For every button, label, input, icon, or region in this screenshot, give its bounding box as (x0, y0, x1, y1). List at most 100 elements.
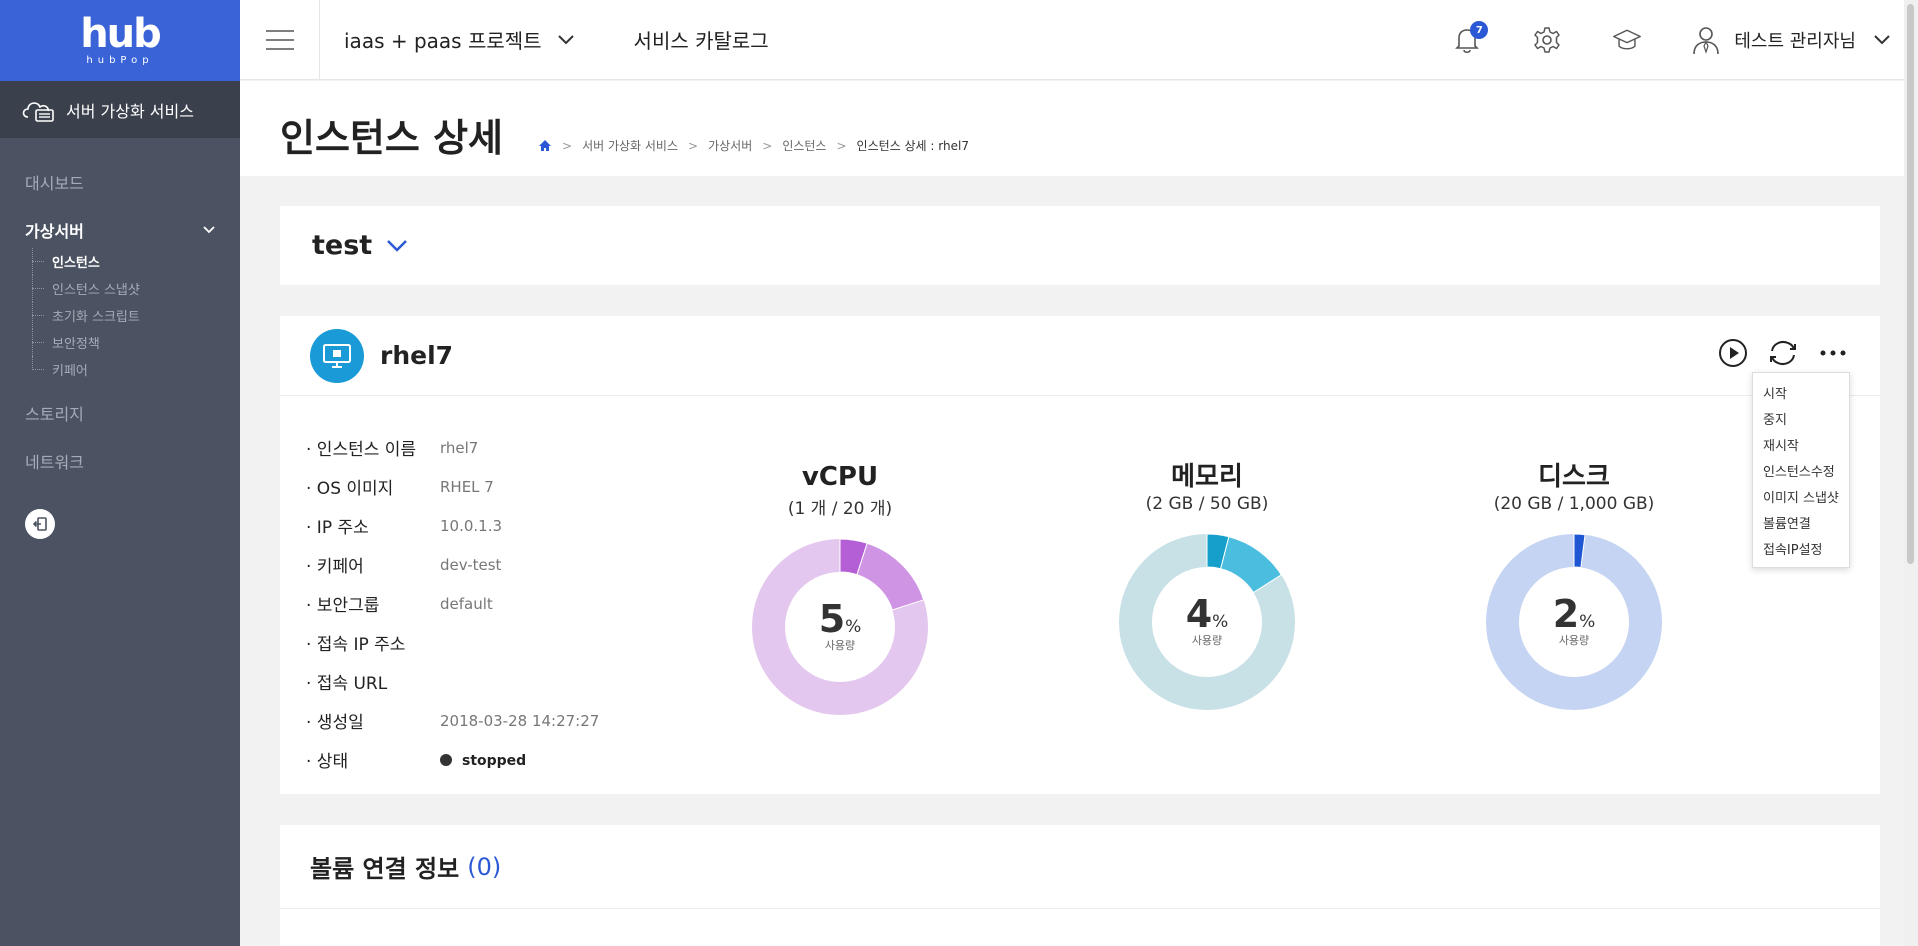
sidebar-item-network[interactable]: 네트워크 (0, 437, 240, 485)
instance-name: rhel7 (380, 341, 454, 370)
education-button[interactable] (1612, 25, 1642, 55)
play-icon (1719, 339, 1747, 367)
notification-button[interactable]: 7 (1452, 21, 1489, 55)
info-row: · 접속 URL (306, 662, 599, 701)
scrollbar-thumb[interactable] (1907, 4, 1914, 564)
info-value: RHEL 7 (440, 477, 494, 496)
more-horizontal-icon (1820, 350, 1846, 356)
gauge-percent: 4 (1185, 592, 1213, 636)
gauge-subtitle: (1 개 / 20 개) (787, 499, 893, 519)
menu-item-edit-instance[interactable]: 인스턴스수정 (1753, 457, 1849, 483)
gauge-percent: 2 (1552, 592, 1580, 636)
sidebar-item-virtual-server[interactable]: 가상서버 (0, 206, 240, 254)
instance-action-menu: 시작 중지 재시작 인스턴스수정 이미지 스냅샷 볼륨연결 접속IP설정 (1752, 372, 1850, 568)
chevron-down-icon (387, 240, 408, 252)
start-button[interactable] (1716, 336, 1750, 370)
more-button[interactable] (1816, 336, 1850, 370)
menu-toggle-button[interactable] (240, 0, 320, 80)
service-catalog-link[interactable]: 서비스 카탈로그 (634, 25, 769, 54)
breadcrumb-current: 인스턴스 상세 : rhel7 (856, 139, 969, 153)
menu-item-restart[interactable]: 재시작 (1753, 431, 1849, 457)
refresh-button[interactable] (1766, 336, 1800, 370)
notification-badge: 7 (1470, 21, 1489, 39)
gauge-title: vCPU (801, 462, 879, 492)
gauge-unit: % (1212, 612, 1229, 632)
user-avatar-icon (1693, 27, 1720, 55)
instance-select-value: test (312, 230, 373, 261)
refresh-icon (1770, 341, 1796, 365)
cloud-server-icon (22, 101, 54, 122)
top-header: iaas + paas 프로젝트 서비스 카탈로그 7 테스트 관리자님 (240, 0, 1918, 80)
header-actions: 7 테스트 관리자님 (1402, 0, 1890, 80)
settings-button[interactable] (1532, 25, 1562, 55)
logo-subtext: hubPop (86, 55, 154, 66)
chevron-down-icon (557, 34, 574, 44)
gauge-title: 디스크 (1538, 462, 1610, 492)
chevron-down-icon (1874, 35, 1890, 45)
info-row: · 보안그룹 default (306, 584, 599, 623)
home-icon[interactable] (538, 139, 552, 152)
logout-button[interactable] (25, 509, 55, 539)
logo-text: hub (80, 11, 162, 57)
vertical-scrollbar[interactable] (1904, 0, 1918, 946)
sidebar-item-instance[interactable]: 인스턴스 (30, 248, 240, 275)
info-label: · OS 이미지 (306, 479, 394, 499)
service-bar[interactable]: 서버 가상화 서비스 (0, 81, 240, 138)
info-label: · IP 주소 (306, 518, 369, 538)
gauge-unit: % (845, 617, 862, 637)
breadcrumb: > 서버 가상화 서비스 > 가상서버 > 인스턴스 > 인스턴스 상세 : r… (538, 137, 969, 154)
info-value: default (440, 594, 493, 613)
status-dot (440, 754, 452, 766)
instance-actions (1700, 336, 1850, 370)
project-select[interactable]: iaas + paas 프로젝트 (344, 25, 574, 54)
info-value: dev-test (440, 555, 502, 574)
sidebar-item-init-script[interactable]: 초기화 스크립트 (30, 302, 240, 329)
info-value: 10.0.1.3 (440, 516, 503, 535)
memory-gauge: 메모리 (2 GB / 50 GB) 4% 사용량 (1107, 462, 1307, 712)
disk-gauge: 디스크 (20 GB / 1,000 GB) 2% 사용량 (1474, 462, 1674, 712)
graduation-cap-icon (1613, 29, 1642, 50)
sidebar-item-keypair[interactable]: 키페어 (30, 356, 240, 383)
menu-item-image-snapshot[interactable]: 이미지 스냅샷 (1753, 483, 1849, 509)
sidebar-item-dashboard[interactable]: 대시보드 (0, 158, 240, 206)
breadcrumb-item[interactable]: 서버 가상화 서비스 (582, 137, 678, 154)
breadcrumb-separator: > (762, 138, 773, 153)
info-row: · 접속 IP 주소 (306, 623, 599, 662)
breadcrumb-separator: > (688, 138, 699, 153)
info-label: · 생성일 (306, 713, 364, 733)
volume-count: (0) (467, 852, 502, 881)
breadcrumb-item[interactable]: 인스턴스 (782, 137, 826, 154)
gear-icon (1534, 27, 1561, 53)
status-text: stopped (462, 752, 527, 769)
gauge-used-label: 사용량 (1558, 634, 1590, 647)
page-title: 인스턴스 상세 (280, 116, 503, 160)
sidebar-item-instance-snapshot[interactable]: 인스턴스 스냅샷 (30, 275, 240, 302)
gauge-donut: 5% 사용량 (750, 537, 930, 717)
page-header: 인스턴스 상세 > 서버 가상화 서비스 > 가상서버 > 인스턴스 > 인스턴… (240, 81, 1918, 176)
menu-item-access-ip[interactable]: 접속IP설정 (1753, 535, 1849, 561)
logout-icon (32, 517, 47, 531)
sidebar-item-storage[interactable]: 스토리지 (0, 389, 240, 437)
info-label: · 보안그룹 (306, 596, 380, 616)
gauge-unit: % (1579, 612, 1596, 632)
gauge-donut: 4% 사용량 (1117, 532, 1297, 712)
breadcrumb-item[interactable]: 가상서버 (708, 137, 752, 154)
info-row: · 인스턴스 이름 rhel7 (306, 428, 599, 467)
menu-item-attach-volume[interactable]: 볼륨연결 (1753, 509, 1849, 535)
gauge-used-label: 사용량 (1191, 634, 1223, 647)
info-label: · 인스턴스 이름 (306, 440, 417, 460)
sidebar-item-security-policy[interactable]: 보안정책 (30, 329, 240, 356)
menu-item-start[interactable]: 시작 (1753, 379, 1849, 405)
info-row: · OS 이미지 RHEL 7 (306, 467, 599, 506)
menu-item-stop[interactable]: 중지 (1753, 405, 1849, 431)
gauge-subtitle: (2 GB / 50 GB) (1145, 494, 1269, 514)
instance-select-card[interactable]: test (280, 206, 1880, 285)
info-label: · 상태 (306, 752, 349, 772)
gauge-used-label: 사용량 (824, 639, 856, 652)
breadcrumb-separator: > (562, 138, 573, 153)
logo[interactable]: hub hubPop (0, 0, 240, 81)
volume-card: 볼륨 연결 정보 (0) (280, 825, 1880, 946)
user-menu[interactable]: 테스트 관리자님 (1692, 25, 1890, 55)
sidebar-item-label: 가상서버 (25, 222, 84, 241)
instance-info-list: · 인스턴스 이름 rhel7 · OS 이미지 RHEL 7 · IP 주소 10.… (306, 428, 599, 779)
